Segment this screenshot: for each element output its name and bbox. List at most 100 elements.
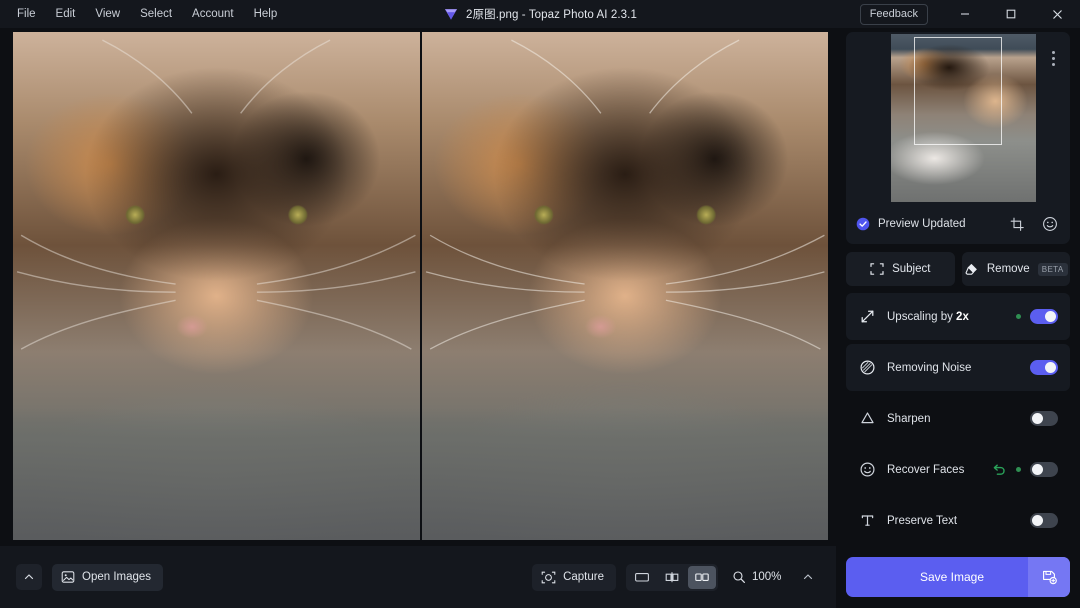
whiskers-decoration — [425, 39, 825, 350]
enhancement-controls — [991, 462, 1058, 478]
feedback-button[interactable]: Feedback — [859, 3, 928, 25]
window-title: 2原图.png - Topaz Photo AI 2.3.1 — [466, 9, 637, 21]
whiskers-decoration — [16, 39, 416, 350]
cat-photo-original — [13, 32, 420, 540]
beta-badge: BETA — [1037, 262, 1068, 276]
window-controls: Feedback — [859, 0, 1080, 28]
chevron-up-icon — [803, 574, 813, 580]
status-dot — [1016, 314, 1021, 319]
toggle-sharpen[interactable] — [1030, 411, 1058, 426]
collapse-filmstrip-button[interactable] — [16, 564, 42, 590]
enhancement-row-removing-noise[interactable]: Removing Noise — [846, 344, 1070, 391]
save-image-label: Save Image — [919, 570, 985, 584]
enhancement-label-sharpen: Sharpen — [887, 412, 931, 425]
toggle-recover-faces[interactable] — [1030, 462, 1058, 477]
enhancement-controls — [1030, 411, 1058, 426]
menu-item-view[interactable]: View — [86, 4, 129, 25]
face-icon — [1043, 217, 1057, 231]
right-sidebar: Preview Updated Subject Remove BETA Upsc… — [836, 28, 1080, 608]
enhancement-label-upscaling: Upscaling by 2x — [887, 310, 969, 323]
capture-icon — [541, 571, 556, 583]
bottom-toolbar-left: Open Images — [0, 563, 164, 591]
subject-button-label: Subject — [892, 263, 931, 275]
title-bar: File Edit View Select Account Help 2原图.p… — [0, 0, 1080, 28]
minimize-button[interactable] — [942, 0, 988, 28]
view-mode-split[interactable] — [658, 566, 686, 589]
menu-item-file[interactable]: File — [8, 4, 45, 25]
tool-buttons-row: Subject Remove BETA — [846, 252, 1070, 286]
topaz-gem-icon — [445, 9, 458, 20]
cat-photo-preview — [421, 32, 828, 540]
menu-item-account[interactable]: Account — [183, 4, 243, 25]
view-mode-side-by-side[interactable] — [688, 565, 716, 589]
face-circle-icon — [860, 462, 875, 477]
enhancements-list: Upscaling by 2x Removing Noise Sharpen R… — [846, 293, 1070, 546]
bottom-toolbar-right: Capture 100% — [532, 563, 836, 591]
save-image-button[interactable]: Save Image — [846, 557, 1070, 597]
menu-bar: File Edit View Select Account Help — [0, 0, 286, 28]
topaz-photo-ai-window: File Edit View Select Account Help 2原图.p… — [0, 0, 1080, 608]
face-button[interactable] — [1040, 214, 1060, 234]
more-vertical-icon-dot — [1051, 56, 1055, 60]
bottom-toolbar: Open Images Capture 100% — [0, 546, 836, 608]
enhancement-label-preserve-text: Preserve Text — [887, 514, 958, 527]
toggle-upscaling[interactable] — [1030, 309, 1058, 324]
preview-status-bar: Preview Updated — [846, 204, 1070, 244]
maximize-icon — [1006, 9, 1016, 19]
menu-item-edit[interactable]: Edit — [47, 4, 85, 25]
zoom-level-label: 100% — [752, 571, 782, 583]
enhancement-controls — [1016, 309, 1058, 324]
preview-status-text: Preview Updated — [878, 218, 966, 230]
open-images-label: Open Images — [82, 571, 152, 583]
two-pane-icon — [695, 573, 709, 581]
remove-button-label: Remove — [986, 263, 1030, 275]
save-section: Save Image — [846, 546, 1070, 608]
preview-image-pane[interactable] — [421, 32, 828, 540]
sharpen-triangle-icon — [861, 412, 874, 424]
close-button[interactable] — [1034, 0, 1080, 28]
enhancement-label-recover-faces: Recover Faces — [887, 463, 965, 476]
thumbnail-actions — [1007, 214, 1060, 234]
close-icon — [1052, 9, 1062, 19]
subject-button[interactable]: Subject — [846, 252, 955, 286]
capture-button[interactable]: Capture — [532, 563, 616, 591]
zoom-control[interactable]: 100% — [728, 564, 818, 591]
magnifier-icon — [733, 571, 745, 583]
enhancement-controls — [1030, 513, 1058, 528]
open-images-button[interactable]: Open Images — [52, 563, 164, 591]
enhancement-row-upscaling[interactable]: Upscaling by 2x — [846, 293, 1070, 340]
thumbnail-image[interactable] — [891, 34, 1036, 202]
enhancement-controls — [1030, 360, 1058, 375]
denoise-icon — [860, 360, 875, 375]
original-image-pane[interactable] — [13, 32, 420, 540]
menu-item-select[interactable]: Select — [131, 4, 181, 25]
more-vertical-icon-dot — [1051, 62, 1055, 66]
single-pane-icon — [635, 573, 649, 582]
thumbnail-menu-button[interactable] — [1044, 44, 1062, 72]
remove-button[interactable]: Remove BETA — [961, 252, 1070, 286]
upscale-arrow-icon — [861, 310, 874, 323]
maximize-button[interactable] — [988, 0, 1034, 28]
eraser-icon — [965, 263, 977, 275]
view-mode-single[interactable] — [628, 566, 656, 589]
crop-icon — [1010, 217, 1024, 231]
minimize-icon — [961, 13, 969, 15]
check-circle-icon — [856, 217, 870, 231]
toggle-removing-noise[interactable] — [1030, 360, 1058, 375]
crop-button[interactable] — [1007, 214, 1027, 234]
chevron-up-icon — [24, 574, 34, 580]
save-options-button[interactable] — [1028, 557, 1070, 597]
crop-selection-box[interactable] — [914, 37, 1002, 145]
enhancement-row-recover-faces[interactable]: Recover Faces — [846, 446, 1070, 493]
preview-thumbnail-card: Preview Updated — [846, 32, 1070, 244]
more-vertical-icon-dot — [1051, 50, 1055, 54]
split-pane-icon — [665, 572, 679, 583]
reset-recover-faces-button[interactable] — [991, 462, 1007, 478]
capture-label: Capture — [563, 571, 604, 583]
enhancement-row-sharpen[interactable]: Sharpen — [846, 395, 1070, 442]
subject-brackets-icon — [870, 263, 884, 275]
enhancement-row-preserve-text[interactable]: Preserve Text — [846, 497, 1070, 544]
toggle-preserve-text[interactable] — [1030, 513, 1058, 528]
menu-item-help[interactable]: Help — [245, 4, 287, 25]
enhancement-label-removing-noise: Removing Noise — [887, 361, 972, 374]
